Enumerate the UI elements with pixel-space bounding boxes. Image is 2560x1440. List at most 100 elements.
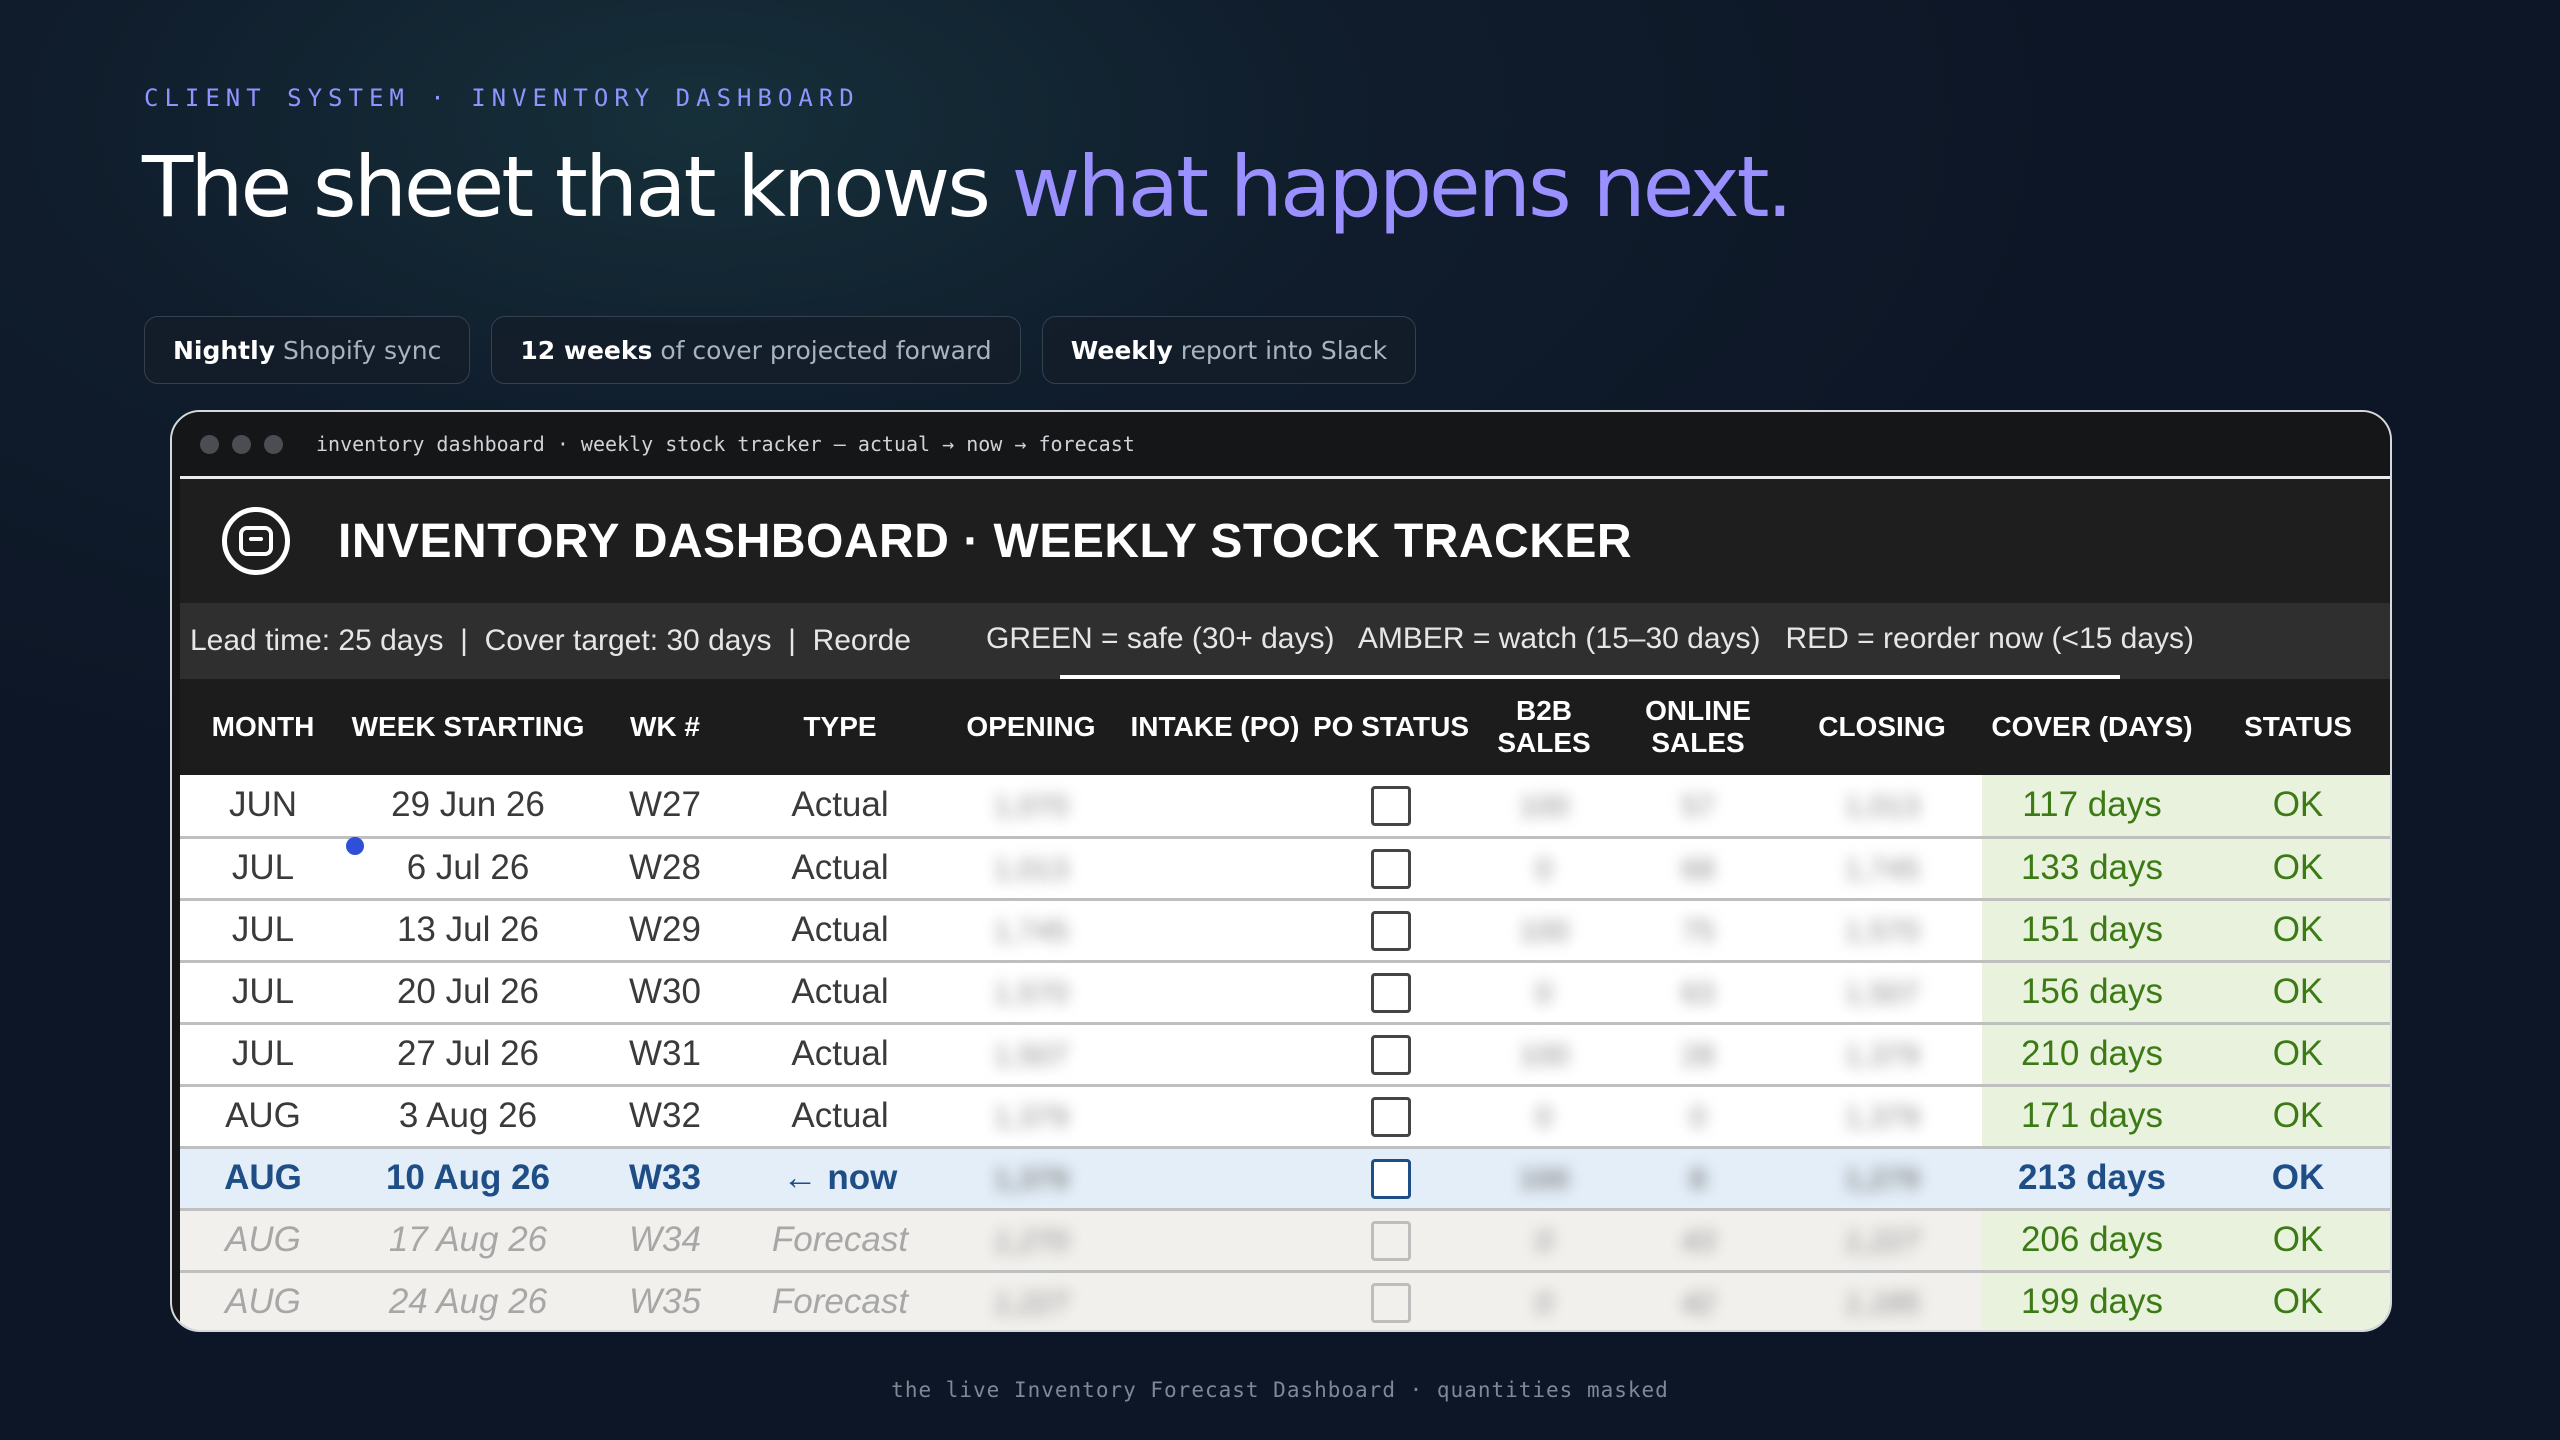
cell-closing[interactable]: 1,745 [1782, 837, 1982, 901]
cell-cover-days[interactable]: 199 days [1982, 1271, 2202, 1330]
cell-month[interactable]: AUG [180, 1085, 346, 1149]
cell-online-sales[interactable]: 57 [1614, 775, 1782, 839]
cell-week-starting[interactable]: 10 Aug 26 [346, 1147, 590, 1211]
cell-opening[interactable]: 1,570 [940, 961, 1122, 1025]
cell-month[interactable]: JUL [180, 899, 346, 963]
po-status-checkbox[interactable] [1371, 1282, 1411, 1323]
col-cover-days[interactable]: COVER (DAYS) [1982, 679, 2202, 775]
cell-type[interactable]: ← now [740, 1147, 940, 1211]
po-status-checkbox[interactable] [1371, 1220, 1411, 1261]
po-status-checkbox[interactable] [1371, 1096, 1411, 1137]
cell-po-status[interactable] [1308, 1085, 1474, 1149]
cell-status[interactable]: OK [2202, 1271, 2390, 1330]
cell-week-number[interactable]: W28 [590, 837, 740, 901]
cell-po-status[interactable] [1308, 1271, 1474, 1330]
cell-week-number[interactable]: W29 [590, 899, 740, 963]
cell-type[interactable]: Actual [740, 1023, 940, 1087]
cell-opening[interactable]: 1,379 [940, 1085, 1122, 1149]
cell-month[interactable]: JUN [180, 775, 346, 839]
cell-cover-days[interactable]: 117 days [1982, 775, 2202, 839]
cell-closing[interactable]: 1,279 [1782, 1147, 1982, 1211]
cell-closing[interactable]: 1,507 [1782, 961, 1982, 1025]
cell-week-starting[interactable]: 13 Jul 26 [346, 899, 590, 963]
cell-closing[interactable]: 1,379 [1782, 1023, 1982, 1087]
po-status-checkbox[interactable] [1371, 848, 1411, 889]
cell-intake[interactable] [1122, 1147, 1308, 1211]
cell-po-status[interactable] [1308, 1023, 1474, 1087]
cell-online-sales[interactable]: 0 [1614, 1085, 1782, 1149]
cell-week-starting[interactable]: 27 Jul 26 [346, 1023, 590, 1087]
cell-closing[interactable]: 1,379 [1782, 1085, 1982, 1149]
cell-status[interactable]: OK [2202, 899, 2390, 963]
cell-week-starting[interactable]: 29 Jun 26 [346, 775, 590, 839]
table-row[interactable]: JUN 29 Jun 26 W27 Actual 1,070 100 57 1,013 117 … [180, 775, 2390, 839]
cell-intake[interactable] [1122, 775, 1308, 839]
cell-week-number[interactable]: W32 [590, 1085, 740, 1149]
cell-b2b-sales[interactable]: 100 [1474, 1147, 1614, 1211]
cell-opening[interactable]: 1,070 [940, 775, 1122, 839]
cell-po-status[interactable] [1308, 837, 1474, 901]
cell-b2b-sales[interactable]: 0 [1474, 961, 1614, 1025]
col-opening[interactable]: OPENING [940, 679, 1122, 775]
window-close-dot[interactable] [200, 434, 219, 454]
col-status[interactable]: STATUS [2202, 679, 2390, 775]
cell-po-status[interactable] [1308, 1209, 1474, 1273]
col-intake[interactable]: INTAKE (PO) [1122, 679, 1308, 775]
cell-month[interactable]: JUL [180, 1023, 346, 1087]
cell-type[interactable]: Actual [740, 837, 940, 901]
po-status-checkbox[interactable] [1371, 1034, 1411, 1075]
po-status-checkbox[interactable] [1371, 910, 1411, 951]
cell-opening[interactable]: 1,379 [940, 1147, 1122, 1211]
cell-cover-days[interactable]: 206 days [1982, 1209, 2202, 1273]
cell-b2b-sales[interactable]: 0 [1474, 1271, 1614, 1330]
cell-intake[interactable] [1122, 1085, 1308, 1149]
cell-intake[interactable] [1122, 961, 1308, 1025]
table-row[interactable]: JUL 27 Jul 26 W31 Actual 1,507 100 28 1,379 210 … [180, 1023, 2390, 1087]
cell-type[interactable]: Actual [740, 961, 940, 1025]
table-row[interactable]: AUG 10 Aug 26 W33 ← now 1,379 100 8 1,279 213 da… [180, 1147, 2390, 1211]
cell-week-number[interactable]: W33 [590, 1147, 740, 1211]
cell-po-status[interactable] [1308, 899, 1474, 963]
col-week-number[interactable]: WK # [590, 679, 740, 775]
col-po-status[interactable]: PO STATUS [1308, 679, 1474, 775]
cell-month[interactable]: JUL [180, 837, 346, 901]
cell-online-sales[interactable]: 68 [1614, 837, 1782, 901]
col-closing[interactable]: CLOSING [1782, 679, 1982, 775]
cell-b2b-sales[interactable]: 0 [1474, 1209, 1614, 1273]
cell-status[interactable]: OK [2202, 961, 2390, 1025]
col-month[interactable]: MONTH [180, 679, 346, 775]
table-row[interactable]: AUG 3 Aug 26 W32 Actual 1,379 0 0 1,379 171 days… [180, 1085, 2390, 1149]
cell-week-number[interactable]: W31 [590, 1023, 740, 1087]
cell-po-status[interactable] [1308, 961, 1474, 1025]
cell-opening[interactable]: 1,507 [940, 1023, 1122, 1087]
legend-info[interactable]: GREEN = safe (30+ days) AMBER = watch (1… [986, 603, 2194, 679]
cell-online-sales[interactable]: 42 [1614, 1271, 1782, 1330]
cell-status[interactable]: OK [2202, 775, 2390, 839]
po-status-checkbox[interactable] [1371, 972, 1411, 1013]
cell-b2b-sales[interactable]: 100 [1474, 1023, 1614, 1087]
cell-cover-days[interactable]: 171 days [1982, 1085, 2202, 1149]
cell-online-sales[interactable]: 8 [1614, 1147, 1782, 1211]
cell-status[interactable]: OK [2202, 837, 2390, 901]
cell-cover-days[interactable]: 210 days [1982, 1023, 2202, 1087]
cell-cover-days[interactable]: 133 days [1982, 837, 2202, 901]
col-online-sales[interactable]: ONLINE SALES [1614, 679, 1782, 775]
table-row[interactable]: AUG 24 Aug 26 W35 Forecast 1,227 0 42 1,185 199 … [180, 1271, 2390, 1330]
po-status-checkbox[interactable] [1371, 1158, 1411, 1199]
table-row[interactable]: JUL 20 Jul 26 W30 Actual 1,570 0 63 1,507 156 da… [180, 961, 2390, 1025]
cell-type[interactable]: Actual [740, 1085, 940, 1149]
cell-week-number[interactable]: W27 [590, 775, 740, 839]
cell-intake[interactable] [1122, 1271, 1308, 1330]
cell-week-starting[interactable]: 24 Aug 26 [346, 1271, 590, 1330]
cell-status[interactable]: OK [2202, 1147, 2390, 1211]
col-type[interactable]: TYPE [740, 679, 940, 775]
cell-week-number[interactable]: W34 [590, 1209, 740, 1273]
table-row[interactable]: JUL 6 Jul 26 W28 Actual 1,013 0 68 1,745 133 day… [180, 837, 2390, 901]
cell-closing[interactable]: 1,570 [1782, 899, 1982, 963]
cell-online-sales[interactable]: 28 [1614, 1023, 1782, 1087]
cell-closing[interactable]: 1,185 [1782, 1271, 1982, 1330]
cell-week-starting[interactable]: 17 Aug 26 [346, 1209, 590, 1273]
cell-intake[interactable] [1122, 1209, 1308, 1273]
table-row[interactable]: AUG 17 Aug 26 W34 Forecast 1,270 0 43 1,227 206 … [180, 1209, 2390, 1273]
cell-b2b-sales[interactable]: 100 [1474, 775, 1614, 839]
